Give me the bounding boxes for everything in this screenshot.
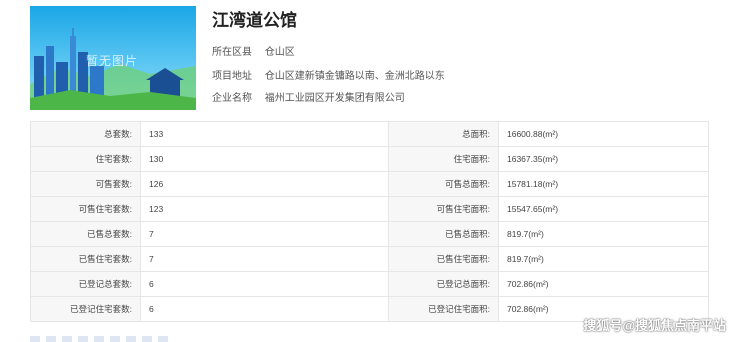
registered-residential-units-value: 6: [140, 296, 389, 322]
sold-units-value: 7: [140, 221, 389, 247]
saleable-units-value: 126: [140, 171, 389, 197]
saleable-residential-area-value: 15547.65(m²): [498, 196, 709, 222]
residential-units-value: 130: [140, 146, 389, 172]
saleable-residential-area-label: 可售住宅面积:: [388, 196, 499, 222]
district-value: 仓山区: [264, 47, 295, 58]
district-label: 所在区县: [212, 47, 252, 58]
residential-units-label: 住宅套数:: [30, 146, 141, 172]
registered-area-label: 已登记总面积:: [388, 271, 499, 297]
residential-area-value: 16367.35(m²): [498, 146, 709, 172]
saleable-area-label: 可售总面积:: [388, 171, 499, 197]
registered-residential-units-label: 已登记住宅套数:: [30, 296, 141, 322]
no-image-placeholder-text: 暂无图片: [86, 54, 139, 68]
sold-units-label: 已售总套数:: [30, 221, 141, 247]
address-label: 项目地址: [212, 71, 252, 82]
project-thumbnail[interactable]: 暂无图片: [30, 6, 196, 110]
sold-area-label: 已售总面积:: [388, 221, 499, 247]
registered-residential-area-label: 已登记住宅面积:: [388, 296, 499, 322]
table-row: 已售总套数: 7 已售总面积: 819.7(m²): [30, 221, 709, 247]
table-row: 总套数: 133 总面积: 16600.88(m²): [30, 121, 709, 147]
registered-area-value: 702.86(m²): [498, 271, 709, 297]
total-area-value: 16600.88(m²): [498, 121, 709, 147]
sold-residential-area-label: 已售住宅面积:: [388, 246, 499, 272]
sold-residential-units-label: 已售住宅套数:: [30, 246, 141, 272]
registered-units-value: 6: [140, 271, 389, 297]
sold-area-value: 819.7(m²): [498, 221, 709, 247]
registered-units-label: 已登记总套数:: [30, 271, 141, 297]
saleable-units-label: 可售套数:: [30, 171, 141, 197]
company-label: 企业名称: [212, 93, 252, 104]
table-row: 住宅套数: 130 住宅面积: 16367.35(m²): [30, 146, 709, 172]
company-value: 福州工业园区开发集团有限公司: [264, 93, 405, 104]
cropped-next-section: [30, 336, 170, 342]
total-area-label: 总面积:: [388, 121, 499, 147]
total-units-value: 133: [140, 121, 389, 147]
sales-statistics-table: 总套数: 133 总面积: 16600.88(m²) 住宅套数: 130 住宅面…: [30, 121, 709, 322]
table-row: 已登记总套数: 6 已登记总面积: 702.86(m²): [30, 271, 709, 297]
district-row: 所在区县 仓山区: [212, 43, 295, 58]
sohu-watermark: 搜狐号@搜狐焦点南平站: [583, 318, 726, 333]
table-row: 可售套数: 126 可售总面积: 15781.18(m²): [30, 171, 709, 197]
residential-area-label: 住宅面积:: [388, 146, 499, 172]
saleable-residential-units-value: 123: [140, 196, 389, 222]
project-title[interactable]: 江湾道公馆: [212, 6, 297, 31]
address-value: 仓山区建新镇金镛路以南、金洲北路以东: [264, 71, 445, 82]
table-row: 可售住宅套数: 123 可售住宅面积: 15547.65(m²): [30, 196, 709, 222]
saleable-residential-units-label: 可售住宅套数:: [30, 196, 141, 222]
saleable-area-value: 15781.18(m²): [498, 171, 709, 197]
address-row: 项目地址 仓山区建新镇金镛路以南、金洲北路以东: [212, 67, 445, 82]
sold-residential-units-value: 7: [140, 246, 389, 272]
sold-residential-area-value: 819.7(m²): [498, 246, 709, 272]
total-units-label: 总套数:: [30, 121, 141, 147]
table-row: 已售住宅套数: 7 已售住宅面积: 819.7(m²): [30, 246, 709, 272]
company-row: 企业名称 福州工业园区开发集团有限公司: [212, 89, 405, 104]
